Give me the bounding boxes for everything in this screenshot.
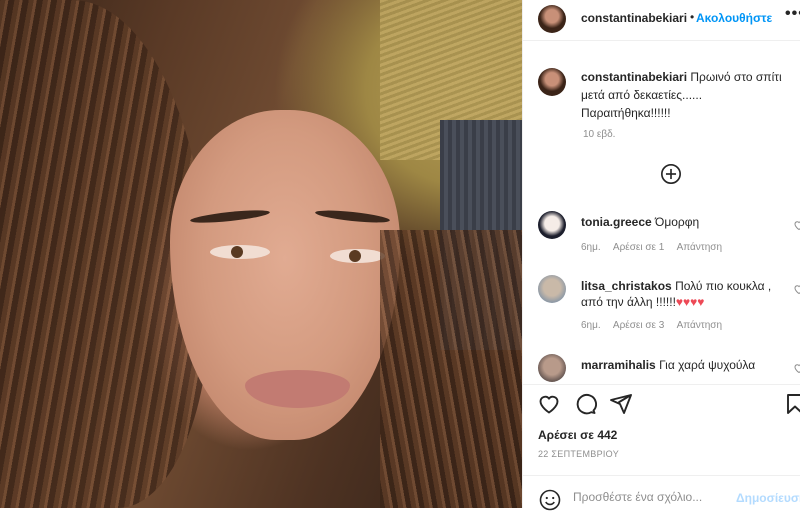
comment-meta: 6ημ. Αρέσει σε 3 Απάντηση: [581, 320, 732, 331]
caption-username[interactable]: constantinabekiari: [581, 70, 687, 84]
comment-body: marramihalis Για χαρά ψυχούλα: [581, 357, 786, 373]
add-circle-icon[interactable]: [660, 163, 682, 185]
comment-body: litsa_christakos Πολύ πιο κουκλα , από τ…: [581, 278, 786, 310]
emoji-icon[interactable]: [538, 488, 562, 512]
author-avatar[interactable]: [538, 5, 566, 33]
more-options-icon[interactable]: •••: [785, 5, 800, 23]
share-icon[interactable]: [609, 392, 633, 416]
author-username[interactable]: constantinabekiari: [581, 11, 687, 25]
comment-meta: 6ημ. Αρέσει σε 1 Απάντηση: [581, 242, 732, 253]
heart-icon[interactable]: [537, 392, 561, 416]
caption-time[interactable]: 10 εβδ.: [583, 129, 615, 140]
post-actions: Αρέσει σε 442 22 ΣΕΠΤΕΜΒΡΙΟΥ Δημοσίευση: [523, 384, 800, 515]
comment-likes[interactable]: Αρέσει σε 1: [613, 242, 664, 253]
heart-icon[interactable]: [793, 362, 800, 374]
caption-avatar[interactable]: [538, 68, 566, 96]
header-separator: •: [690, 10, 695, 24]
heart-emojis: ♥♥♥♥: [675, 295, 705, 309]
comment-time[interactable]: 6ημ.: [581, 242, 601, 253]
post-header: constantinabekiari • Ακολουθήστε •••: [523, 0, 800, 41]
likes-count[interactable]: Αρέσει σε 442: [538, 428, 617, 442]
comment-username[interactable]: litsa_christakos: [581, 279, 672, 293]
photo-right-eye: [330, 249, 385, 263]
heart-icon[interactable]: [793, 283, 800, 295]
add-comment-bar: Δημοσίευση: [523, 475, 800, 512]
comment-text: Όμορφη: [655, 215, 700, 229]
photo-hair-right: [380, 230, 522, 508]
post-comment-button[interactable]: Δημοσίευση: [736, 491, 800, 505]
comment-username[interactable]: tonia.greece: [581, 215, 652, 229]
comment-reply-button[interactable]: Απάντηση: [677, 320, 722, 331]
heart-icon[interactable]: [793, 219, 800, 231]
commenter-avatar[interactable]: [538, 211, 566, 239]
follow-button[interactable]: Ακολουθήστε: [696, 11, 772, 25]
photo-left-eye: [210, 245, 270, 259]
commenter-avatar[interactable]: [538, 354, 566, 382]
bookmark-icon[interactable]: [783, 392, 800, 416]
post-date[interactable]: 22 ΣΕΠΤΕΜΒΡΙΟΥ: [538, 449, 619, 459]
comment-text: Για χαρά ψυχούλα: [659, 358, 756, 372]
comment-username[interactable]: marramihalis: [581, 358, 656, 372]
comment-time[interactable]: 6ημ.: [581, 320, 601, 331]
post-side-panel: constantinabekiari • Ακολουθήστε ••• con…: [522, 0, 800, 515]
comment-body: tonia.greece Όμορφη: [581, 214, 786, 230]
post-photo[interactable]: [0, 0, 522, 508]
comment-reply-button[interactable]: Απάντηση: [677, 242, 722, 253]
comment-input[interactable]: [573, 490, 723, 504]
comment-likes[interactable]: Αρέσει σε 3: [613, 320, 664, 331]
commenter-avatar[interactable]: [538, 275, 566, 303]
caption-text-block: constantinabekiari Πρωινό στο σπίτι μετά…: [581, 68, 796, 122]
comment-icon[interactable]: [573, 392, 597, 416]
